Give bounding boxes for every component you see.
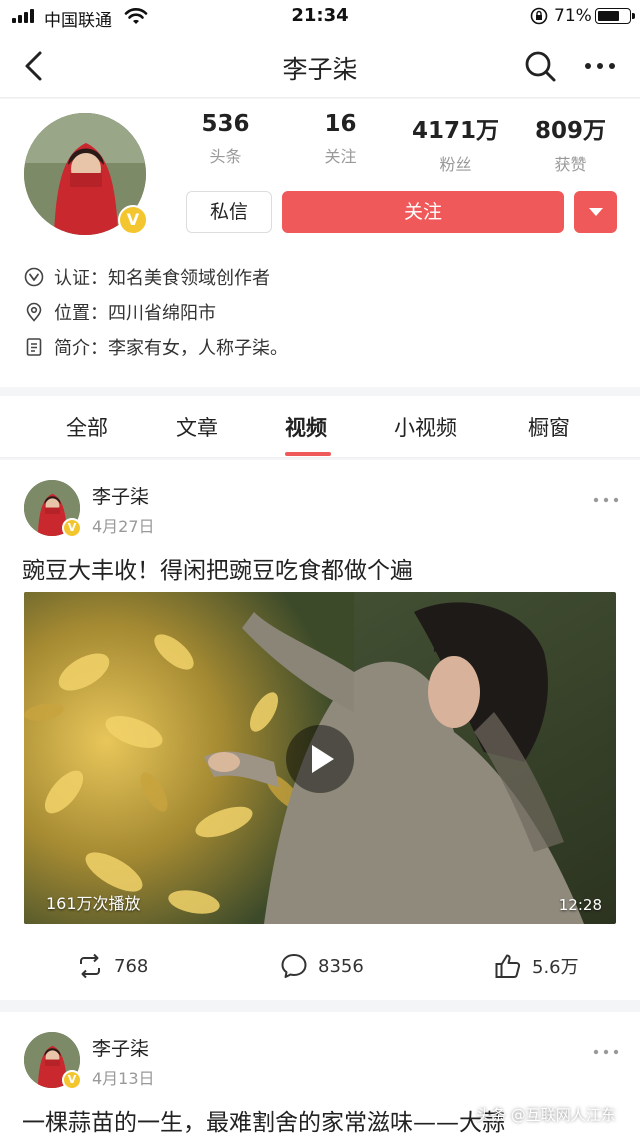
verified-badge-icon: V <box>62 1070 82 1090</box>
follow-button[interactable]: 关注 <box>282 191 564 233</box>
verification-row: 认证： 知名美食领域创作者 <box>24 263 270 291</box>
tab-all[interactable]: 全部 <box>66 412 108 442</box>
tab-videos[interactable]: 视频 <box>285 412 327 442</box>
profile-avatar[interactable]: V <box>24 113 148 235</box>
tab-showcase[interactable]: 橱窗 <box>528 412 570 442</box>
like-button[interactable]: 5.6万 <box>494 952 579 980</box>
stat-value: 809万 <box>534 118 606 144</box>
verified-badge-icon: V <box>62 518 82 538</box>
profile-stats: 536 头条 16 关注 4171万 粉丝 809万 获赞 <box>168 111 628 174</box>
stat-value: 4171万 <box>411 118 499 144</box>
battery-percent: 71% <box>554 6 592 26</box>
intro-label: 简介： <box>54 338 108 359</box>
like-count: 5.6万 <box>532 957 579 978</box>
video-thumbnail[interactable]: 161万次播放 12:28 <box>24 592 616 924</box>
document-icon <box>26 338 42 356</box>
stat-label: 关注 <box>324 147 357 166</box>
video-duration: 12:28 <box>558 896 602 914</box>
search-icon[interactable] <box>522 48 558 84</box>
post-title[interactable]: 豌豆大丰收！得闲把豌豆吃食都做个遍 <box>22 551 413 585</box>
stat-following[interactable]: 16 关注 <box>283 111 398 171</box>
orientation-lock-icon <box>530 7 548 25</box>
post-title[interactable]: 一棵蒜苗的一生，最难割舍的家常滋味——大蒜 <box>22 1103 505 1137</box>
post-actions: 768 8356 5.6万 <box>0 952 640 992</box>
post-card[interactable]: V 李子柒 4月27日 豌豆大丰收！得闲把豌豆吃食都做个遍 161万次播放 12… <box>0 460 640 1000</box>
comment-count: 8356 <box>318 955 364 977</box>
intro-row: 简介： 李家有女，人称子柒。 <box>24 333 288 361</box>
verify-label: 认证： <box>54 268 108 289</box>
profile-header: V 536 头条 16 关注 4171万 粉丝 809万 获赞 私信 关注 认证… <box>0 99 640 387</box>
stat-value: 16 <box>324 111 357 137</box>
navigation-bar: 李子柒 <box>0 34 640 98</box>
post-avatar[interactable]: V <box>24 480 82 538</box>
tab-articles[interactable]: 文章 <box>176 412 218 442</box>
stat-posts[interactable]: 536 头条 <box>168 111 283 171</box>
post-author[interactable]: 李子柒 <box>92 482 149 509</box>
stat-followers[interactable]: 4171万 粉丝 <box>398 111 513 174</box>
location-row: 位置： 四川省绵阳市 <box>24 298 216 326</box>
follow-dropdown-button[interactable] <box>574 191 617 233</box>
more-options-icon[interactable] <box>592 1047 620 1057</box>
battery-icon <box>595 8 635 24</box>
share-button[interactable]: 768 <box>76 952 148 980</box>
watermark: 头条 @互联网人江东 <box>476 1106 616 1124</box>
play-button-icon[interactable] <box>286 725 354 793</box>
more-options-icon[interactable] <box>580 50 620 82</box>
stat-label: 头条 <box>209 147 242 166</box>
video-view-count: 161万次播放 <box>46 894 141 913</box>
post-date: 4月27日 <box>92 517 155 536</box>
location-text: 四川省绵阳市 <box>108 303 216 324</box>
verified-badge-icon: V <box>118 205 148 235</box>
content-tabs: 全部 文章 视频 小视频 橱窗 <box>0 396 640 458</box>
intro-text: 李家有女，人称子柒。 <box>108 338 288 359</box>
stat-label: 获赞 <box>554 155 587 174</box>
comment-button[interactable]: 8356 <box>280 952 364 980</box>
location-pin-icon <box>26 302 42 322</box>
share-count: 768 <box>114 955 149 977</box>
post-avatar[interactable]: V <box>24 1032 82 1090</box>
verify-text: 知名美食领域创作者 <box>108 268 270 289</box>
comment-icon <box>281 954 307 978</box>
thumbs-up-icon <box>495 954 521 978</box>
post-date: 4月13日 <box>92 1069 155 1088</box>
stat-likes: 809万 获赞 <box>513 111 628 174</box>
post-author[interactable]: 李子柒 <box>92 1034 149 1061</box>
repost-icon <box>80 953 100 979</box>
verified-check-icon <box>24 267 44 287</box>
location-label: 位置： <box>54 303 108 324</box>
more-options-icon[interactable] <box>592 495 620 505</box>
status-bar: 中国联通 21:34 71% <box>0 0 640 34</box>
stat-value: 536 <box>201 111 250 137</box>
tab-short-videos[interactable]: 小视频 <box>394 412 457 442</box>
stat-label: 粉丝 <box>439 155 472 174</box>
active-tab-indicator <box>285 452 331 456</box>
message-button[interactable]: 私信 <box>186 191 272 233</box>
